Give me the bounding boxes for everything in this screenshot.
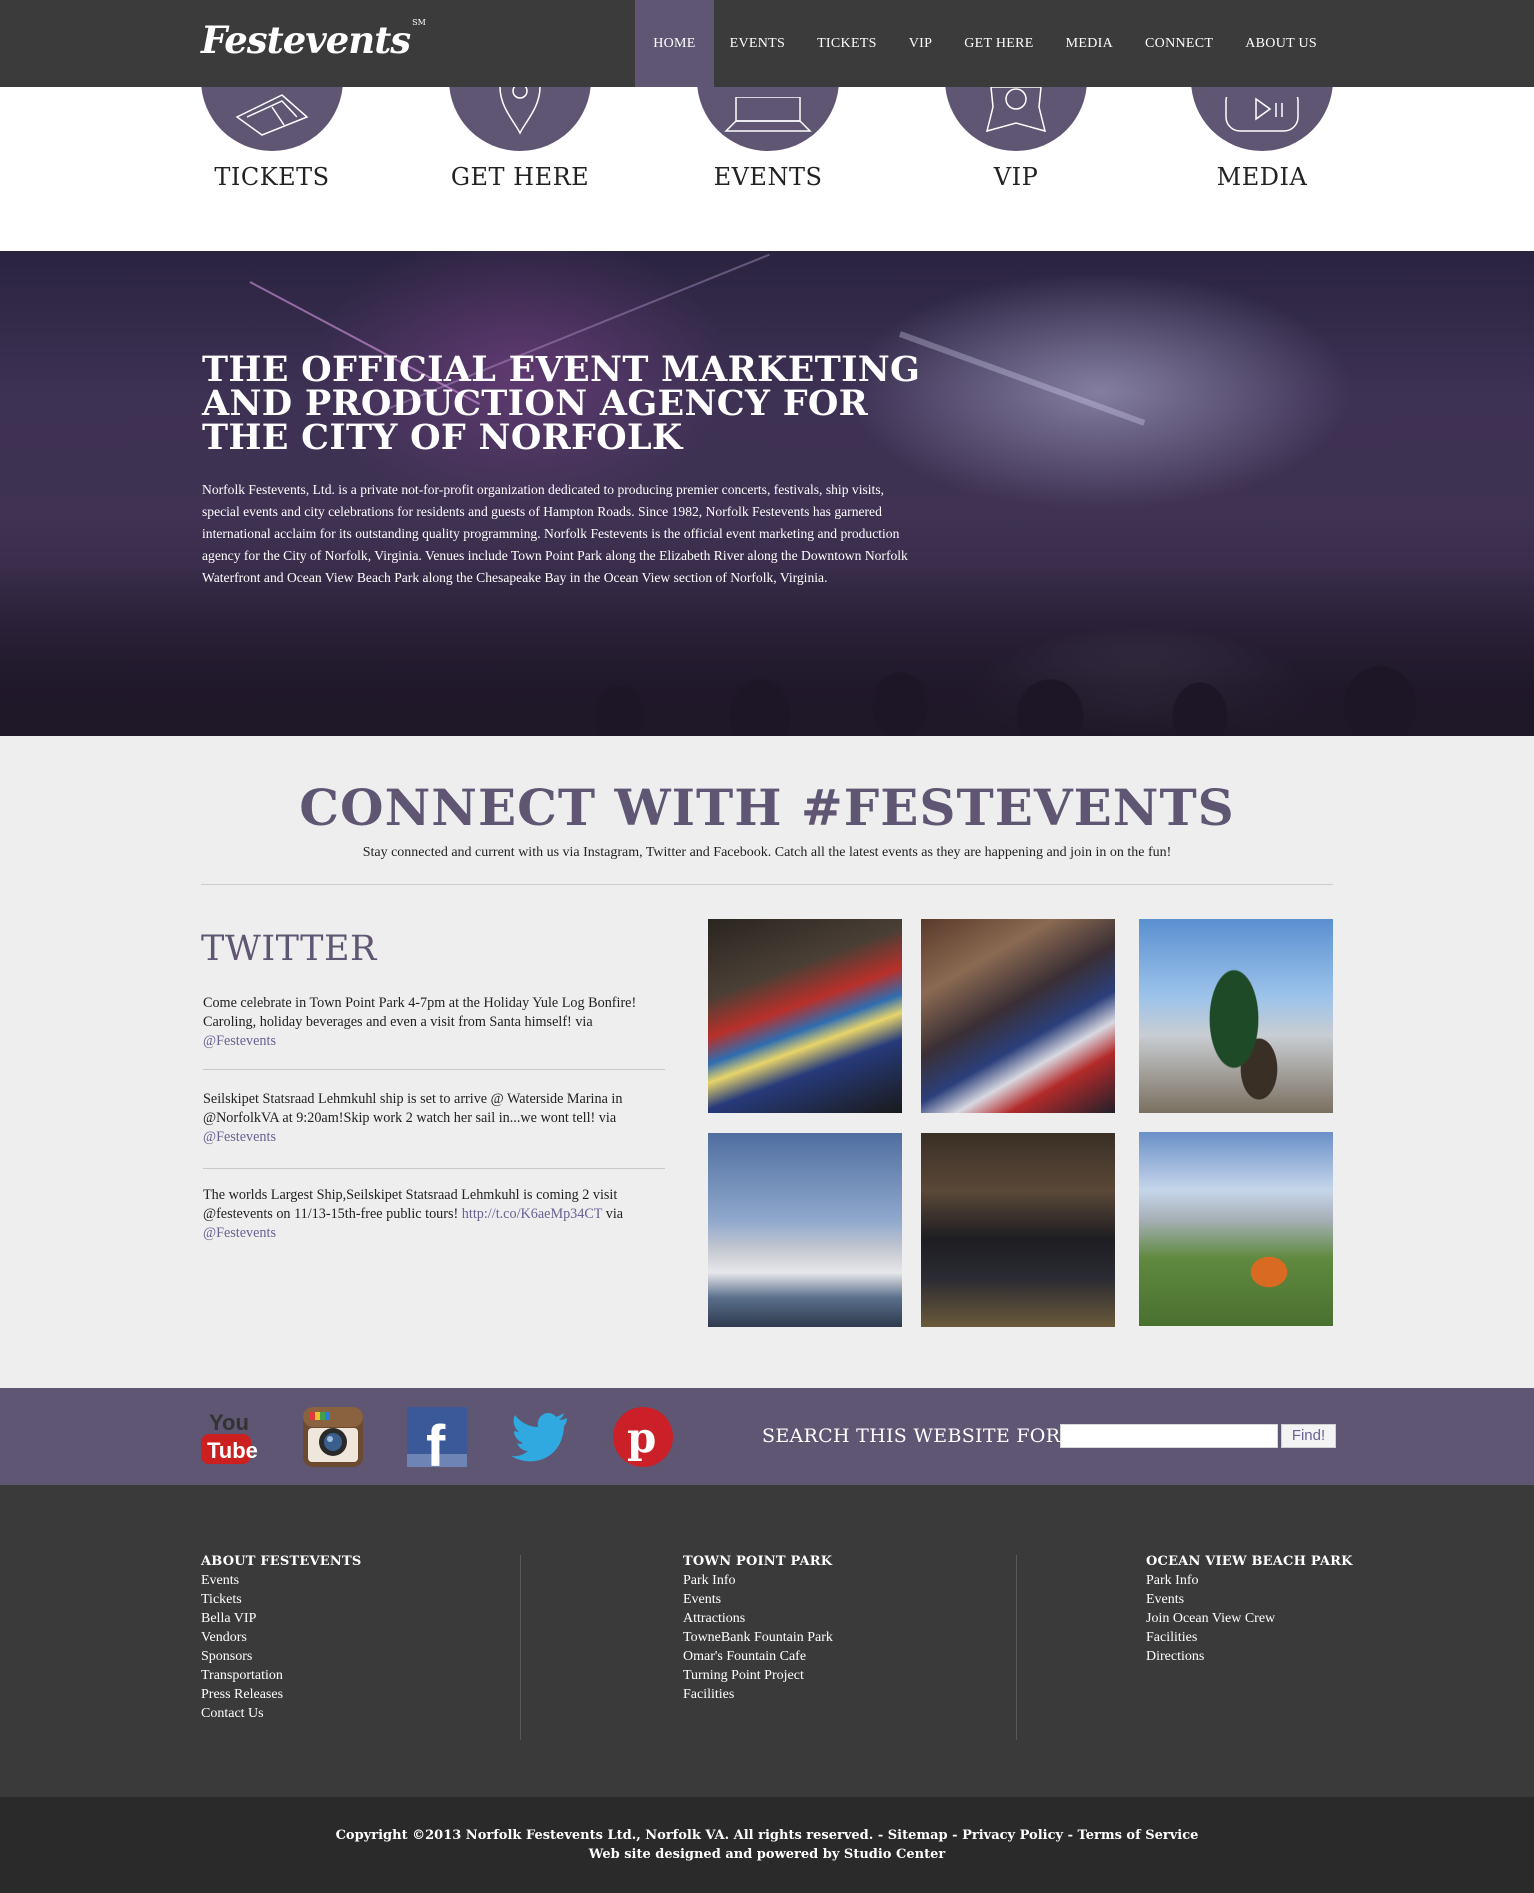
footer-link[interactable]: Park Info [683, 1571, 833, 1590]
footer-link[interactable]: Tickets [201, 1590, 361, 1609]
tweet-text: Seilskipet Statsraad Lehmkuhl ship is se… [203, 1091, 623, 1126]
copyright-text: Copyright ©2013 Norfolk Festevents Ltd.,… [335, 1828, 884, 1843]
nav-tickets[interactable]: TICKETS [801, 0, 893, 87]
instagram-photo[interactable] [921, 1133, 1115, 1327]
youtube-word-you: You [209, 1410, 249, 1435]
footer-link[interactable]: TowneBank Fountain Park [683, 1628, 833, 1647]
nav-media[interactable]: MEDIA [1050, 0, 1129, 87]
footer-link[interactable]: Attractions [683, 1609, 833, 1628]
footer-column-town-point-park: TOWN POINT PARK Park Info Events Attract… [683, 1552, 833, 1704]
tweet-divider [203, 1168, 665, 1169]
connect-section: CONNECT WITH #FESTEVENTS Stay connected … [0, 736, 1534, 1388]
twitter-heading: TWITTER [201, 929, 377, 969]
copyright-line: Copyright ©2013 Norfolk Festevents Ltd.,… [0, 1826, 1534, 1845]
facebook-letter: f [426, 1414, 446, 1468]
tweet-text: Come celebrate in Town Point Park 4-7pm … [203, 995, 637, 1030]
footer-link[interactable]: Park Info [1146, 1571, 1353, 1590]
quick-link-label: TICKETS [214, 163, 330, 191]
footer-link[interactable]: Directions [1146, 1647, 1353, 1666]
footer-link[interactable]: Events [1146, 1590, 1353, 1609]
instagram-photo[interactable] [708, 1133, 902, 1327]
nav-connect[interactable]: CONNECT [1129, 0, 1229, 87]
festevents-logo[interactable]: Festevents SM [201, 18, 426, 62]
tweet-handle-link[interactable]: @Festevents [203, 1225, 276, 1241]
logo-service-mark: SM [412, 18, 426, 27]
tweet-url-link[interactable]: http://t.co/K6aeMp34CT [462, 1206, 602, 1222]
footer-divider [1016, 1555, 1017, 1740]
divider [201, 884, 1333, 885]
instagram-icon[interactable] [302, 1406, 364, 1468]
footer-link[interactable]: Vendors [201, 1628, 361, 1647]
pinterest-icon[interactable]: p [612, 1406, 674, 1468]
footer-link[interactable]: Bella VIP [201, 1609, 361, 1628]
footer-link[interactable]: Transportation [201, 1666, 361, 1685]
footer-link[interactable]: Press Releases [201, 1685, 361, 1704]
separator: - [1067, 1828, 1078, 1843]
tweet-via: via [605, 1206, 624, 1222]
search-input[interactable] [1060, 1424, 1278, 1448]
hero-description: Norfolk Festevents, Ltd. is a private no… [202, 482, 908, 585]
quick-link-label: VIP [993, 163, 1039, 191]
footer-link[interactable]: Omar's Fountain Cafe [683, 1647, 833, 1666]
quick-link-label: MEDIA [1216, 163, 1308, 191]
footer-column-title: ABOUT FESTEVENTS [201, 1554, 362, 1569]
main-menu: HOME EVENTS TICKETS VIP GET HERE MEDIA C… [635, 0, 1333, 87]
footer-column-about: ABOUT FESTEVENTS Events Tickets Bella VI… [201, 1552, 361, 1723]
quick-links: TICKETS GET HERE EVENTS VIP MEDIA [0, 34, 1534, 251]
footer-link[interactable]: Events [201, 1571, 361, 1590]
nav-vip[interactable]: VIP [893, 0, 948, 87]
footer-links: ABOUT FESTEVENTS Events Tickets Bella VI… [0, 1485, 1534, 1797]
terms-of-service-link[interactable]: Terms of Service [1078, 1828, 1199, 1843]
footer-link[interactable]: Sponsors [201, 1647, 361, 1666]
footer-link[interactable]: Contact Us [201, 1704, 361, 1723]
tweet-divider [203, 1069, 665, 1070]
nav-home[interactable]: HOME [635, 0, 714, 87]
nav-get-here[interactable]: GET HERE [948, 0, 1049, 87]
tweet-handle-link[interactable]: @Festevents [203, 1129, 276, 1145]
tweet: Come celebrate in Town Point Park 4-7pm … [203, 994, 665, 1051]
quick-link-label: EVENTS [713, 163, 823, 191]
crowd-silhouette [0, 566, 1534, 736]
footer-divider [520, 1555, 521, 1740]
footer-link[interactable]: Turning Point Project [683, 1666, 833, 1685]
pinterest-letter: p [627, 1413, 656, 1462]
copyright-bar: Copyright ©2013 Norfolk Festevents Ltd.,… [0, 1797, 1534, 1893]
social-search-bar: You Tube f p SEARCH THIS WEBSITE FOR: Fi… [0, 1388, 1534, 1485]
credits-line: Web site designed and powered by Studio … [588, 1847, 946, 1862]
top-navigation: Festevents SM HOME EVENTS TICKETS VIP GET… [0, 0, 1534, 87]
footer-column-title: OCEAN VIEW BEACH PARK [1146, 1554, 1353, 1569]
stage-light-beam [898, 331, 1146, 426]
nav-events[interactable]: EVENTS [714, 0, 801, 87]
instagram-photo[interactable] [1139, 919, 1333, 1113]
footer-link[interactable]: Join Ocean View Crew [1146, 1609, 1353, 1628]
footer-link[interactable]: Events [683, 1590, 833, 1609]
separator: - [952, 1828, 963, 1843]
tweet-handle-link[interactable]: @Festevents [203, 1033, 276, 1049]
instagram-photo[interactable] [708, 919, 902, 1113]
quick-link-label: GET HERE [450, 163, 590, 191]
footer-link[interactable]: Facilities [683, 1685, 833, 1704]
hero-title: THE OFFICIAL EVENT MARKETING AND PRODUCT… [202, 349, 921, 458]
search-label: SEARCH THIS WEBSITE FOR: [762, 1425, 1067, 1447]
tweet: Seilskipet Statsraad Lehmkuhl ship is se… [203, 1090, 665, 1147]
twitter-icon[interactable] [509, 1406, 571, 1468]
nav-about-us[interactable]: ABOUT US [1229, 0, 1333, 87]
instagram-photo[interactable] [1139, 1132, 1333, 1326]
find-button[interactable]: Find! [1281, 1424, 1336, 1448]
facebook-icon[interactable]: f [406, 1406, 468, 1479]
footer-link[interactable]: Facilities [1146, 1628, 1353, 1647]
footer-column-ocean-view-beach-park: OCEAN VIEW BEACH PARK Park Info Events J… [1146, 1552, 1353, 1666]
youtube-icon[interactable]: You Tube [199, 1406, 261, 1468]
instagram-photo[interactable] [921, 919, 1115, 1113]
youtube-word-tube: Tube [207, 1438, 258, 1463]
sitemap-link[interactable]: Sitemap [888, 1828, 948, 1843]
privacy-policy-link[interactable]: Privacy Policy [962, 1828, 1063, 1843]
hero-banner: THE OFFICIAL EVENT MARKETING AND PRODUCT… [0, 251, 1534, 736]
tweet: The worlds Largest Ship,Seilskipet Stats… [203, 1186, 665, 1243]
connect-title: CONNECT WITH #FESTEVENTS [299, 778, 1235, 837]
connect-subtitle: Stay connected and current with us via I… [362, 845, 1172, 860]
logo-text: Festevents [201, 18, 411, 62]
footer-column-title: TOWN POINT PARK [683, 1554, 833, 1569]
